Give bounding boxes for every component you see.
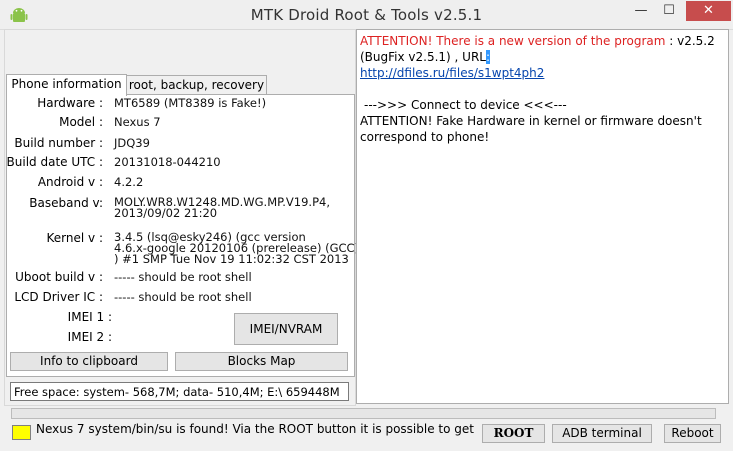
kernel-label: Kernel v : bbox=[46, 231, 103, 245]
hardware-value: MT6589 (MT8389 is Fake!) bbox=[114, 96, 267, 110]
build-date-value: 20131018-044210 bbox=[114, 155, 221, 169]
tab-phone-information[interactable]: Phone information bbox=[6, 74, 127, 96]
uboot-label: Uboot build v : bbox=[15, 270, 103, 284]
free-space-field: Free space: system- 568,7M; data- 510,4M… bbox=[10, 382, 349, 401]
blocks-map-button[interactable]: Blocks Map bbox=[175, 352, 348, 371]
build-number-value: JDQ39 bbox=[114, 136, 150, 150]
build-date-label: Build date UTC : bbox=[6, 155, 103, 169]
model-value: Nexus 7 bbox=[114, 115, 161, 129]
log-selection: : bbox=[485, 50, 491, 64]
log-bugfix: (BugFix v2.5.1) , URL bbox=[360, 50, 486, 64]
progress-bar bbox=[11, 408, 716, 419]
info-to-clipboard-button[interactable]: Info to clipboard bbox=[10, 352, 168, 371]
baseband-value-line2: 2013/09/02 21:20 bbox=[114, 206, 218, 220]
root-button[interactable]: ROOT bbox=[482, 424, 545, 443]
window-title: MTK Droid Root & Tools v2.5.1 bbox=[250, 6, 483, 24]
android-version-label: Android v : bbox=[37, 175, 103, 189]
kernel-value-line3: ) #1 SMP Tue Nov 19 11:02:32 CST 2013 bbox=[114, 252, 349, 266]
maximize-button[interactable]: ☐ bbox=[656, 1, 682, 21]
status-indicator bbox=[12, 425, 31, 440]
baseband-label: Baseband v: bbox=[29, 196, 103, 210]
lcd-driver-label: LCD Driver IC : bbox=[14, 290, 103, 304]
status-message: Nexus 7 system/bin/su is found! Via the … bbox=[36, 422, 474, 436]
lcd-driver-value: ----- should be root shell bbox=[114, 290, 252, 304]
log-connect-message: --->>> Connect to device <<<--- bbox=[364, 98, 567, 112]
imei-nvram-button[interactable]: IMEI/NVRAM bbox=[234, 313, 338, 345]
close-button[interactable]: ✕ bbox=[686, 1, 731, 21]
log-fake-hardware-warning: ATTENTION! Fake Hardware in kernel or fi… bbox=[360, 114, 702, 128]
build-number-label: Build number : bbox=[14, 136, 103, 150]
tab-root-backup-recovery[interactable]: root, backup, recovery bbox=[126, 75, 267, 95]
log-version: : v2.5.2 bbox=[665, 34, 715, 48]
reboot-button[interactable]: Reboot bbox=[664, 424, 721, 443]
log-correspond-message: correspond to phone! bbox=[360, 130, 490, 144]
imei1-label: IMEI 1 : bbox=[67, 310, 112, 324]
android-version-value: 4.2.2 bbox=[114, 175, 144, 189]
log-output[interactable]: ATTENTION! There is a new version of the… bbox=[356, 29, 729, 404]
adb-terminal-button[interactable]: ADB terminal bbox=[552, 424, 652, 443]
log-update-warning: ATTENTION! There is a new version of the… bbox=[360, 34, 666, 48]
hardware-label: Hardware : bbox=[37, 96, 103, 110]
model-label: Model : bbox=[59, 115, 103, 129]
minimize-button[interactable]: — bbox=[628, 1, 654, 21]
uboot-value: ----- should be root shell bbox=[114, 270, 252, 284]
imei2-label: IMEI 2 : bbox=[67, 330, 112, 344]
update-link[interactable]: http://dfiles.ru/files/s1wpt4ph2 bbox=[360, 66, 544, 80]
